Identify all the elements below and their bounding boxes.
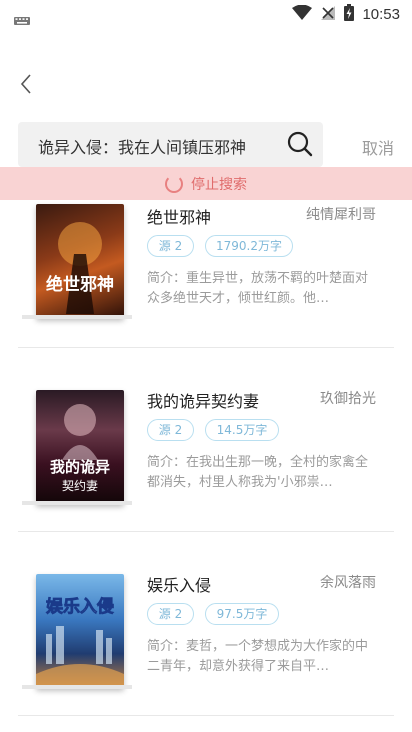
svg-text:我的诡异: 我的诡异 bbox=[50, 458, 110, 476]
clock: 10:53 bbox=[362, 6, 400, 23]
result-list[interactable]: 绝世邪神 绝世邪神 纯情犀利哥 源 2 1790.2万字 简介：重生异世，放荡不… bbox=[0, 200, 412, 732]
search-field[interactable]: 诡异入侵：我在人间镇压邪神 bbox=[18, 122, 323, 167]
book-intro: 简介：重生异世，放荡不羁的叶楚面对众多绝世天才，倾世红颜。他… bbox=[147, 271, 369, 306]
source-tag: 源 2 bbox=[147, 419, 194, 441]
stop-search-button[interactable]: 停止搜索 bbox=[0, 167, 412, 200]
book-item-2[interactable]: 我的诡异 契约妻 我的诡异契约妻 玖御拾光 源 2 14.5万字 简介：在我出生… bbox=[0, 368, 412, 552]
search-input[interactable]: 诡异入侵：我在人间镇压邪神 bbox=[38, 134, 246, 158]
svg-text:娱乐入侵: 娱乐入侵 bbox=[46, 596, 114, 617]
stop-search-label: 停止搜索 bbox=[191, 176, 247, 193]
svg-text:契约妻: 契约妻 bbox=[62, 478, 98, 493]
word-count-tag: 1790.2万字 bbox=[205, 235, 293, 257]
book-cover: 我的诡异 契约妻 bbox=[36, 390, 124, 504]
book-intro: 简介：麦哲，一个梦想成为大作家的中二青年，却意外获得了来自平… bbox=[147, 639, 369, 674]
source-tag: 源 2 bbox=[147, 603, 194, 625]
no-signal-icon bbox=[320, 5, 336, 25]
book-item-3[interactable]: 娱乐入侵 娱乐入侵 余风落雨 源 2 97.5万字 简介：麦哲，一个梦想成为大作… bbox=[0, 552, 412, 732]
word-count-tag: 14.5万字 bbox=[205, 419, 279, 441]
book-author: 纯情犀利哥 bbox=[306, 207, 376, 223]
divider bbox=[18, 531, 394, 532]
source-tag: 源 2 bbox=[147, 235, 194, 257]
battery-icon bbox=[344, 4, 355, 25]
book-title[interactable]: 绝世邪神 bbox=[147, 204, 211, 228]
word-count-tag: 97.5万字 bbox=[205, 603, 279, 625]
cover-title-text: 绝世邪神 bbox=[46, 274, 114, 295]
book-author: 玖御拾光 bbox=[320, 391, 376, 407]
book-intro: 简介：在我出生那一晚，全村的家禽全都消失，村里人称我为'小邪祟… bbox=[147, 455, 369, 490]
keyboard-icon bbox=[14, 10, 30, 29]
book-title[interactable]: 我的诡异契约妻 bbox=[147, 388, 259, 412]
status-bar: 10:53 bbox=[0, 0, 412, 28]
wifi-icon bbox=[292, 4, 313, 25]
back-button[interactable] bbox=[12, 70, 40, 98]
book-title[interactable]: 娱乐入侵 bbox=[147, 572, 211, 596]
loading-spinner-icon bbox=[165, 174, 183, 193]
divider bbox=[18, 347, 394, 348]
book-author: 余风落雨 bbox=[320, 575, 376, 591]
book-cover: 绝世邪神 bbox=[36, 204, 124, 318]
search-icon[interactable] bbox=[287, 131, 313, 157]
chevron-left-icon bbox=[20, 74, 31, 94]
book-cover: 娱乐入侵 bbox=[36, 574, 124, 688]
divider bbox=[18, 715, 394, 716]
cancel-button[interactable]: 取消 bbox=[362, 135, 394, 159]
book-item-1[interactable]: 绝世邪神 绝世邪神 纯情犀利哥 源 2 1790.2万字 简介：重生异世，放荡不… bbox=[0, 200, 412, 364]
